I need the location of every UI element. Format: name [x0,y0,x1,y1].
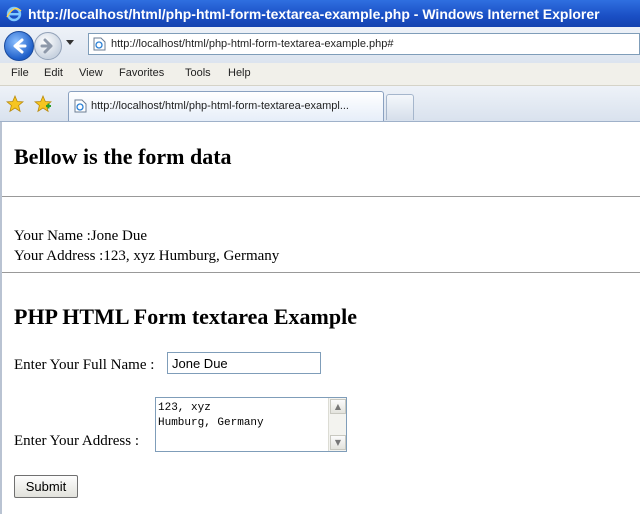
form-heading: PHP HTML Form textarea Example [14,304,357,329]
forward-button[interactable] [34,32,62,60]
menu-help[interactable]: Help [228,67,251,79]
menu-favorites[interactable]: Favorites [119,67,164,79]
window-titlebar: http://localhost/html/php-html-form-text… [0,0,640,27]
address-textarea[interactable]: 123, xyz Humburg, Germany [155,397,347,452]
menu-edit[interactable]: Edit [44,67,63,79]
history-dropdown-button[interactable] [66,40,74,45]
address-url: http://localhost/html/php-html-form-text… [111,38,394,50]
scroll-up-icon[interactable]: ▲ [330,399,346,414]
name-label: Enter Your Full Name : [14,357,155,373]
tab-label: http://localhost/html/php-html-form-text… [91,100,349,112]
new-tab-button[interactable] [386,94,414,120]
window-title: http://localhost/html/php-html-form-text… [28,5,600,22]
menu-file[interactable]: File [11,67,29,79]
address-result: Your Address :123, xyz Humburg, Germany [14,248,280,264]
scroll-down-icon[interactable]: ▼ [330,435,346,450]
back-button[interactable] [4,31,34,61]
menu-view[interactable]: View [79,67,103,79]
full-name-input[interactable] [167,352,321,374]
menu-tools[interactable]: Tools [185,67,211,79]
add-favorites-icon[interactable] [34,95,52,113]
ie-logo-icon [6,6,22,21]
navigation-bar: http://localhost/html/php-html-form-text… [0,27,640,63]
page-icon [93,37,106,51]
divider [2,272,640,273]
page-content: Bellow is the form data Your Name :Jone … [0,122,640,514]
divider [2,196,640,197]
textarea-scrollbar[interactable]: ▲ ▼ [328,398,346,451]
forward-arrow-icon [40,38,53,54]
favorites-star-icon[interactable] [6,95,24,113]
address-input[interactable]: http://localhost/html/php-html-form-text… [88,33,640,55]
submit-button[interactable]: Submit [14,475,78,498]
name-result: Your Name :Jone Due [14,228,148,244]
menu-bar: File Edit View Favorites Tools Help [0,63,640,86]
result-heading: Bellow is the form data [14,144,232,169]
tab-current[interactable]: http://localhost/html/php-html-form-text… [68,91,384,121]
address-label: Enter Your Address : [14,433,140,449]
tab-bar: http://localhost/html/php-html-form-text… [0,86,640,122]
back-arrow-icon [13,38,27,54]
page-icon [74,99,87,113]
